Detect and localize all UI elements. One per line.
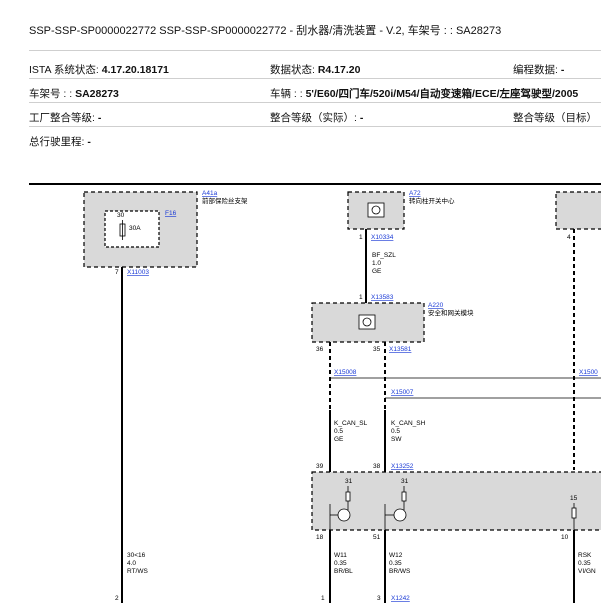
fuse-f16-link[interactable]: F16 — [165, 210, 177, 217]
pin-label: 1 — [321, 595, 325, 602]
fuse-pin-label: 30 — [117, 212, 125, 219]
terminal-label: 31 — [401, 478, 409, 485]
wiring-diagram: 30 30A F16 A41a 前部保险丝支架 7 X11003 A72 转向柱… — [83, 190, 601, 603]
wire-name: W12 — [389, 552, 403, 559]
wiper-module[interactable] — [311, 471, 601, 531]
wire-size: 0.5 — [334, 428, 343, 435]
fuse-rating: 30A — [129, 225, 141, 232]
transistor-icon — [337, 508, 351, 522]
wire-color: BR/BL — [334, 568, 353, 575]
component-a72[interactable] — [347, 191, 405, 230]
wire-name: W11 — [334, 552, 347, 559]
component-a220-link[interactable]: A220 — [428, 302, 444, 309]
wire-size: 0.35 — [578, 560, 591, 567]
wire-color: RT/WS — [127, 568, 148, 575]
terminal-label: 15 — [570, 495, 578, 502]
wire-color: SW — [391, 436, 402, 443]
component-a72-name: 转向柱开关中心 — [409, 196, 455, 205]
pin-label: 35 — [373, 346, 381, 353]
component-a220-name: 安全和网关模块 — [428, 308, 474, 317]
component-a41a-name: 前部保险丝支架 — [202, 196, 248, 205]
pin-label: 1 — [359, 294, 363, 301]
connector-x15008-link[interactable]: X15008 — [334, 369, 357, 376]
wire-name: K_CAN_SL — [334, 420, 368, 427]
pin-label: 39 — [316, 463, 324, 470]
terminal-label: 31 — [345, 478, 353, 485]
wire-color: VI/GN — [578, 568, 596, 575]
pin-label: 4 — [567, 234, 571, 241]
resistor-icon — [571, 507, 577, 519]
connector-x13583-link[interactable]: X13583 — [371, 294, 394, 301]
control-unit-icon — [367, 202, 385, 218]
wire-name: RSK — [578, 552, 592, 559]
wire-size: 4.0 — [127, 560, 136, 567]
pin-label: 1 — [359, 234, 363, 241]
resistor-icon — [345, 491, 351, 502]
control-unit-icon — [358, 314, 376, 330]
resistor-icon — [401, 491, 407, 502]
pin-label: 38 — [373, 463, 381, 470]
wire-name: 30<16 — [127, 552, 146, 559]
component-a220[interactable] — [311, 302, 425, 343]
connector-x15008-edge-link[interactable]: X1500 — [579, 369, 598, 376]
component-a72-link[interactable]: A72 — [409, 190, 421, 197]
wire-name: K_CAN_SH — [391, 420, 426, 427]
connector-x11003-link[interactable]: X11003 — [127, 269, 149, 276]
connector-x13252-link[interactable]: X13252 — [391, 463, 414, 470]
pin-label: 7 — [115, 269, 119, 276]
transistor-icon — [393, 508, 407, 522]
wire-size: 1.0 — [372, 260, 381, 267]
component-a41a-link[interactable]: A41a — [202, 190, 218, 197]
connector-x10334-link[interactable]: X10334 — [371, 234, 394, 241]
wire-color: GE — [372, 268, 382, 275]
pin-label: 3 — [377, 595, 381, 602]
wire-size: 0.35 — [389, 560, 402, 567]
pin-label: 10 — [561, 534, 569, 541]
pin-label: 36 — [316, 346, 324, 353]
wire-color: BR/WS — [389, 568, 411, 575]
wire-size: 0.5 — [391, 428, 400, 435]
connector-x15007-link[interactable]: X15007 — [391, 389, 414, 396]
connector-x13581-link[interactable]: X13581 — [389, 346, 412, 353]
pin-label: 18 — [316, 534, 324, 541]
connector-x1242-link[interactable]: X1242 — [391, 595, 410, 602]
pin-label: 2 — [115, 595, 119, 602]
pin-label: 51 — [373, 534, 381, 541]
wire-size: 0.35 — [334, 560, 347, 567]
wire-color: GE — [334, 436, 344, 443]
fuse-carrier-a41a[interactable]: 30 30A — [83, 191, 198, 268]
wire-name: BF_SZL — [372, 252, 396, 259]
component-partial-right[interactable] — [555, 191, 601, 230]
